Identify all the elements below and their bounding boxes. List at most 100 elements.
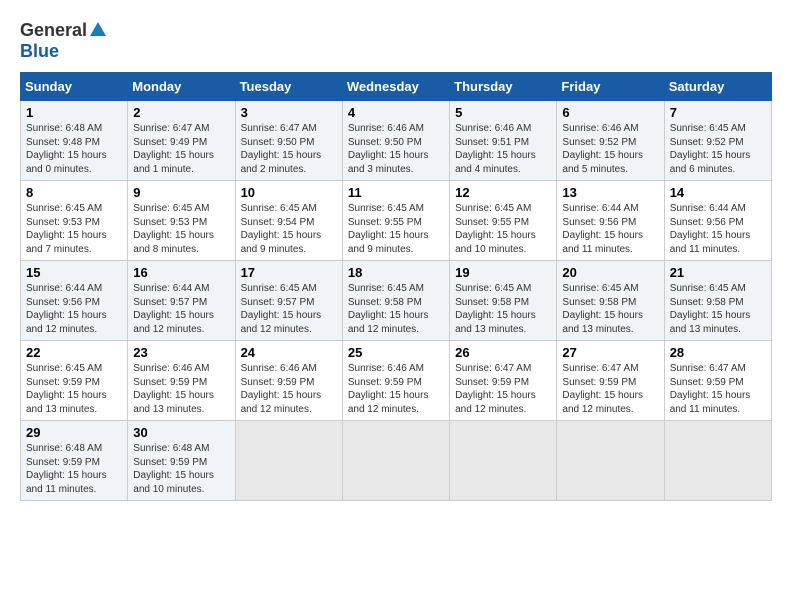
day-info: Sunrise: 6:47 AM Sunset: 9:49 PM Dayligh… (133, 122, 229, 176)
day-number: 22 (26, 345, 122, 360)
day-number: 4 (348, 105, 444, 120)
calendar-cell: 16Sunrise: 6:44 AM Sunset: 9:57 PM Dayli… (128, 261, 235, 341)
day-info: Sunrise: 6:45 AM Sunset: 9:59 PM Dayligh… (26, 362, 122, 416)
calendar-cell: 29 Sunrise: 6:48 AM Sunset: 9:59 PM Dayli… (21, 421, 128, 501)
day-info: Sunrise: 6:45 AM Sunset: 9:57 PM Dayligh… (241, 282, 337, 336)
calendar-cell: 21 Sunrise: 6:45 AM Sunset: 9:58 PM Dayli… (664, 261, 771, 341)
day-number: 24 (241, 345, 337, 360)
calendar-week-3: 15 Sunrise: 6:44 AM Sunset: 9:56 PM Dayli… (21, 261, 772, 341)
day-info: Sunrise: 6:46 AM Sunset: 9:52 PM Dayligh… (562, 122, 658, 176)
day-number: 20 (562, 265, 658, 280)
day-info: Sunrise: 6:45 AM Sunset: 9:58 PM Dayligh… (455, 282, 551, 336)
calendar-cell: 2 Sunrise: 6:47 AM Sunset: 9:49 PM Daylig… (128, 101, 235, 181)
calendar-table: SundayMondayTuesdayWednesdayThursdayFrid… (20, 72, 772, 501)
day-info: Sunrise: 6:48 AM Sunset: 9:48 PM Dayligh… (26, 122, 122, 176)
calendar-cell: 28 Sunrise: 6:47 AM Sunset: 9:59 PM Dayli… (664, 341, 771, 421)
calendar-cell: 18Sunrise: 6:45 AM Sunset: 9:58 PM Dayli… (342, 261, 449, 341)
day-number: 9 (133, 185, 229, 200)
calendar-cell: 26 Sunrise: 6:47 AM Sunset: 9:59 PM Dayli… (450, 341, 557, 421)
day-info: Sunrise: 6:45 AM Sunset: 9:55 PM Dayligh… (455, 202, 551, 256)
day-number: 19 (455, 265, 551, 280)
days-header-row: SundayMondayTuesdayWednesdayThursdayFrid… (21, 73, 772, 101)
calendar-week-2: 8 Sunrise: 6:45 AM Sunset: 9:53 PM Daylig… (21, 181, 772, 261)
calendar-cell: 14 Sunrise: 6:44 AM Sunset: 9:56 PM Dayli… (664, 181, 771, 261)
calendar-cell: 3Sunrise: 6:47 AM Sunset: 9:50 PM Daylig… (235, 101, 342, 181)
day-info: Sunrise: 6:46 AM Sunset: 9:50 PM Dayligh… (348, 122, 444, 176)
day-info: Sunrise: 6:46 AM Sunset: 9:59 PM Dayligh… (348, 362, 444, 416)
day-header-wednesday: Wednesday (342, 73, 449, 101)
logo-triangle-icon (90, 22, 106, 41)
calendar-cell: 7 Sunrise: 6:45 AM Sunset: 9:52 PM Daylig… (664, 101, 771, 181)
day-info: Sunrise: 6:44 AM Sunset: 9:56 PM Dayligh… (670, 202, 766, 256)
day-number: 21 (670, 265, 766, 280)
day-header-tuesday: Tuesday (235, 73, 342, 101)
day-number: 17 (241, 265, 337, 280)
day-number: 6 (562, 105, 658, 120)
day-info: Sunrise: 6:45 AM Sunset: 9:53 PM Dayligh… (133, 202, 229, 256)
day-number: 5 (455, 105, 551, 120)
day-number: 27 (562, 345, 658, 360)
day-number: 2 (133, 105, 229, 120)
day-number: 23 (133, 345, 229, 360)
day-number: 16 (133, 265, 229, 280)
page-container: General Blue SundayMondayTuesdayWednesda… (20, 20, 772, 501)
calendar-cell: 10 Sunrise: 6:45 AM Sunset: 9:54 PM Dayli… (235, 181, 342, 261)
day-info: Sunrise: 6:45 AM Sunset: 9:58 PM Dayligh… (562, 282, 658, 336)
calendar-cell (235, 421, 342, 501)
day-info: Sunrise: 6:45 AM Sunset: 9:53 PM Dayligh… (26, 202, 122, 256)
calendar-cell: 27Sunrise: 6:47 AM Sunset: 9:59 PM Dayli… (557, 341, 664, 421)
day-number: 29 (26, 425, 122, 440)
day-number: 14 (670, 185, 766, 200)
day-info: Sunrise: 6:48 AM Sunset: 9:59 PM Dayligh… (133, 442, 229, 496)
calendar-cell: 20 Sunrise: 6:45 AM Sunset: 9:58 PM Dayli… (557, 261, 664, 341)
calendar-cell: 24 Sunrise: 6:46 AM Sunset: 9:59 PM Dayli… (235, 341, 342, 421)
day-info: Sunrise: 6:44 AM Sunset: 9:56 PM Dayligh… (562, 202, 658, 256)
day-number: 15 (26, 265, 122, 280)
day-info: Sunrise: 6:45 AM Sunset: 9:52 PM Dayligh… (670, 122, 766, 176)
day-number: 8 (26, 185, 122, 200)
calendar-cell: 4 Sunrise: 6:46 AM Sunset: 9:50 PM Daylig… (342, 101, 449, 181)
day-number: 30 (133, 425, 229, 440)
day-info: Sunrise: 6:48 AM Sunset: 9:59 PM Dayligh… (26, 442, 122, 496)
calendar-cell (664, 421, 771, 501)
calendar-cell (557, 421, 664, 501)
calendar-cell: 13 Sunrise: 6:44 AM Sunset: 9:56 PM Dayli… (557, 181, 664, 261)
calendar-cell: 6 Sunrise: 6:46 AM Sunset: 9:52 PM Daylig… (557, 101, 664, 181)
day-info: Sunrise: 6:47 AM Sunset: 9:50 PM Dayligh… (241, 122, 337, 176)
day-number: 1 (26, 105, 122, 120)
day-header-thursday: Thursday (450, 73, 557, 101)
day-number: 10 (241, 185, 337, 200)
day-header-saturday: Saturday (664, 73, 771, 101)
day-header-monday: Monday (128, 73, 235, 101)
calendar-cell: 12Sunrise: 6:45 AM Sunset: 9:55 PM Dayli… (450, 181, 557, 261)
day-number: 25 (348, 345, 444, 360)
calendar-cell: 19 Sunrise: 6:45 AM Sunset: 9:58 PM Dayli… (450, 261, 557, 341)
calendar-cell: 9 Sunrise: 6:45 AM Sunset: 9:53 PM Daylig… (128, 181, 235, 261)
day-info: Sunrise: 6:45 AM Sunset: 9:54 PM Dayligh… (241, 202, 337, 256)
calendar-cell: 17 Sunrise: 6:45 AM Sunset: 9:57 PM Dayli… (235, 261, 342, 341)
calendar-cell: 5Sunrise: 6:46 AM Sunset: 9:51 PM Daylig… (450, 101, 557, 181)
calendar-cell: 25 Sunrise: 6:46 AM Sunset: 9:59 PM Dayli… (342, 341, 449, 421)
logo-blue-text: Blue (20, 41, 59, 61)
calendar-cell: 30 Sunrise: 6:48 AM Sunset: 9:59 PM Dayli… (128, 421, 235, 501)
day-number: 26 (455, 345, 551, 360)
calendar-week-1: 1 Sunrise: 6:48 AM Sunset: 9:48 PM Daylig… (21, 101, 772, 181)
day-info: Sunrise: 6:47 AM Sunset: 9:59 PM Dayligh… (670, 362, 766, 416)
day-header-friday: Friday (557, 73, 664, 101)
logo-general-text: General (20, 20, 87, 41)
day-info: Sunrise: 6:46 AM Sunset: 9:59 PM Dayligh… (133, 362, 229, 416)
day-info: Sunrise: 6:47 AM Sunset: 9:59 PM Dayligh… (455, 362, 551, 416)
day-info: Sunrise: 6:45 AM Sunset: 9:55 PM Dayligh… (348, 202, 444, 256)
day-info: Sunrise: 6:46 AM Sunset: 9:59 PM Dayligh… (241, 362, 337, 416)
day-number: 28 (670, 345, 766, 360)
day-number: 7 (670, 105, 766, 120)
calendar-cell: 11 Sunrise: 6:45 AM Sunset: 9:55 PM Dayli… (342, 181, 449, 261)
calendar-cell (342, 421, 449, 501)
calendar-cell: 1 Sunrise: 6:48 AM Sunset: 9:48 PM Daylig… (21, 101, 128, 181)
day-info: Sunrise: 6:45 AM Sunset: 9:58 PM Dayligh… (670, 282, 766, 336)
day-number: 11 (348, 185, 444, 200)
day-number: 13 (562, 185, 658, 200)
calendar-week-5: 29 Sunrise: 6:48 AM Sunset: 9:59 PM Dayli… (21, 421, 772, 501)
calendar-cell: 8 Sunrise: 6:45 AM Sunset: 9:53 PM Daylig… (21, 181, 128, 261)
day-info: Sunrise: 6:44 AM Sunset: 9:56 PM Dayligh… (26, 282, 122, 336)
